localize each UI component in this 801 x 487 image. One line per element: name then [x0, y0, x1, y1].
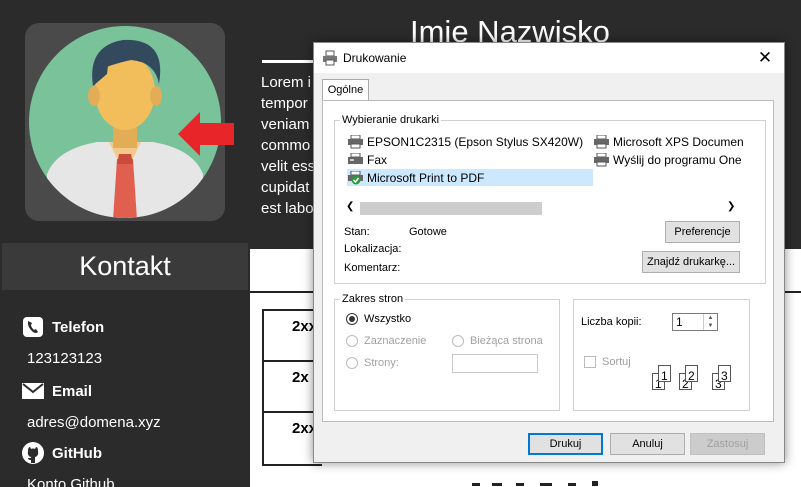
printer-group-label: Wybieranie drukarki [340, 114, 442, 126]
default-printer-icon [348, 170, 363, 184]
pages-input[interactable] [452, 354, 538, 373]
printer-icon [323, 50, 337, 66]
email-row: Email [22, 380, 92, 402]
cancel-button[interactable]: Anuluj [610, 433, 685, 455]
printer-name: Wyślij do programu One [613, 152, 742, 167]
fax-icon [348, 152, 363, 164]
github-row: GitHub [22, 442, 102, 464]
print-button[interactable]: Drukuj [528, 433, 603, 455]
range-current-radio[interactable] [452, 335, 464, 347]
phone-value: 123123123 [27, 350, 103, 367]
list-item[interactable]: Wyślij do programu One [593, 151, 742, 168]
collate-illustration: 1 1 2 2 3 3 [652, 361, 745, 393]
printer-icon [348, 134, 363, 148]
printer-name: Microsoft Print to PDF [367, 170, 485, 185]
printer-name: Microsoft XPS Documen [613, 134, 744, 149]
about-line: velit ess [261, 158, 316, 175]
range-current-label: Bieżąca strona [470, 335, 543, 347]
collate-label: Sortuj [602, 356, 631, 368]
red-arrow-icon [178, 112, 234, 156]
preferences-button[interactable]: Preferencje [665, 221, 740, 243]
about-line: commo [261, 137, 311, 154]
range-all-label: Wszystko [364, 313, 412, 325]
tab-general[interactable]: Ogólne [322, 79, 369, 101]
printer-name: Fax [367, 152, 388, 167]
about-line: est labo [261, 200, 314, 217]
about-line: Lorem i [261, 74, 312, 91]
printer-list-scrollbar[interactable]: ❮ ❯ [338, 200, 740, 216]
range-pages-radio[interactable] [346, 357, 358, 369]
printer-icon [594, 152, 609, 166]
status-value: Gotowe [409, 226, 447, 238]
email-label: Email [52, 382, 93, 400]
stepper-buttons[interactable]: ▲ ▼ [703, 314, 717, 330]
chevron-up-icon[interactable]: ▲ [704, 314, 717, 322]
collate-checkbox[interactable] [584, 356, 596, 368]
list-item[interactable]: EPSON1C2315 (Epson Stylus SX420W) [347, 133, 583, 150]
page-icon: 2 [685, 365, 698, 383]
scroll-left-icon[interactable]: ❮ [346, 201, 354, 212]
about-line: tempor [261, 95, 308, 112]
close-button[interactable]: ✕ [756, 48, 774, 68]
cv-sidebar: Kontakt Telefon 123123123 Email adres@do… [0, 0, 250, 487]
mail-icon [22, 380, 44, 402]
print-dialog: Drukowanie ✕ Ogólne Wybieranie drukarki … [313, 42, 785, 463]
contact-header: Kontakt [2, 243, 248, 290]
location-label: Lokalizacja: [344, 243, 402, 255]
list-item[interactable]: Microsoft XPS Documen [593, 133, 744, 150]
page-icon: 3 [718, 365, 731, 383]
github-value[interactable]: Konto Github [27, 476, 115, 487]
status-label: Stan: [344, 226, 370, 238]
printer-name: EPSON1C2315 (Epson Stylus SX420W) [367, 134, 584, 149]
scroll-right-icon[interactable]: ❯ [727, 201, 735, 212]
dialog-titlebar[interactable]: Drukowanie ✕ [314, 43, 784, 73]
phone-row: Telefon [22, 316, 104, 338]
comment-label: Komentarz: [344, 262, 401, 274]
list-item-selected[interactable]: Microsoft Print to PDF [347, 169, 593, 186]
about-line: veniam [261, 116, 310, 133]
copies-value: 1 [676, 315, 683, 329]
chevron-down-icon[interactable]: ▼ [704, 322, 717, 330]
email-value: adres@domena.xyz [27, 414, 161, 431]
printer-icon [594, 134, 609, 148]
range-selection-radio[interactable] [346, 335, 358, 347]
github-icon [22, 442, 44, 464]
range-all-radio[interactable] [346, 313, 358, 325]
phone-icon [22, 316, 44, 338]
copies-label: Liczba kopii: [581, 316, 642, 328]
page-range-group-label: Zakres stron [340, 293, 406, 305]
find-printer-button[interactable]: Znajdź drukarkę... [642, 251, 740, 273]
github-label: GitHub [52, 444, 102, 462]
list-item[interactable]: Fax [347, 151, 387, 168]
dialog-title: Drukowanie [343, 51, 407, 65]
copies-stepper[interactable]: 1 ▲ ▼ [672, 313, 718, 331]
cv-about-text: Lorem i tempor veniam commo velit ess cu… [261, 72, 315, 219]
range-selection-label: Zaznaczenie [364, 335, 427, 347]
cv-cut-text-fragment [472, 481, 598, 486]
apply-button[interactable]: Zastosuj [690, 433, 765, 455]
page-icon: 1 [658, 365, 671, 383]
scrollbar-thumb[interactable] [360, 202, 542, 215]
phone-label: Telefon [52, 318, 105, 336]
range-pages-label: Strony: [364, 357, 399, 369]
about-line: cupidat [261, 179, 310, 196]
